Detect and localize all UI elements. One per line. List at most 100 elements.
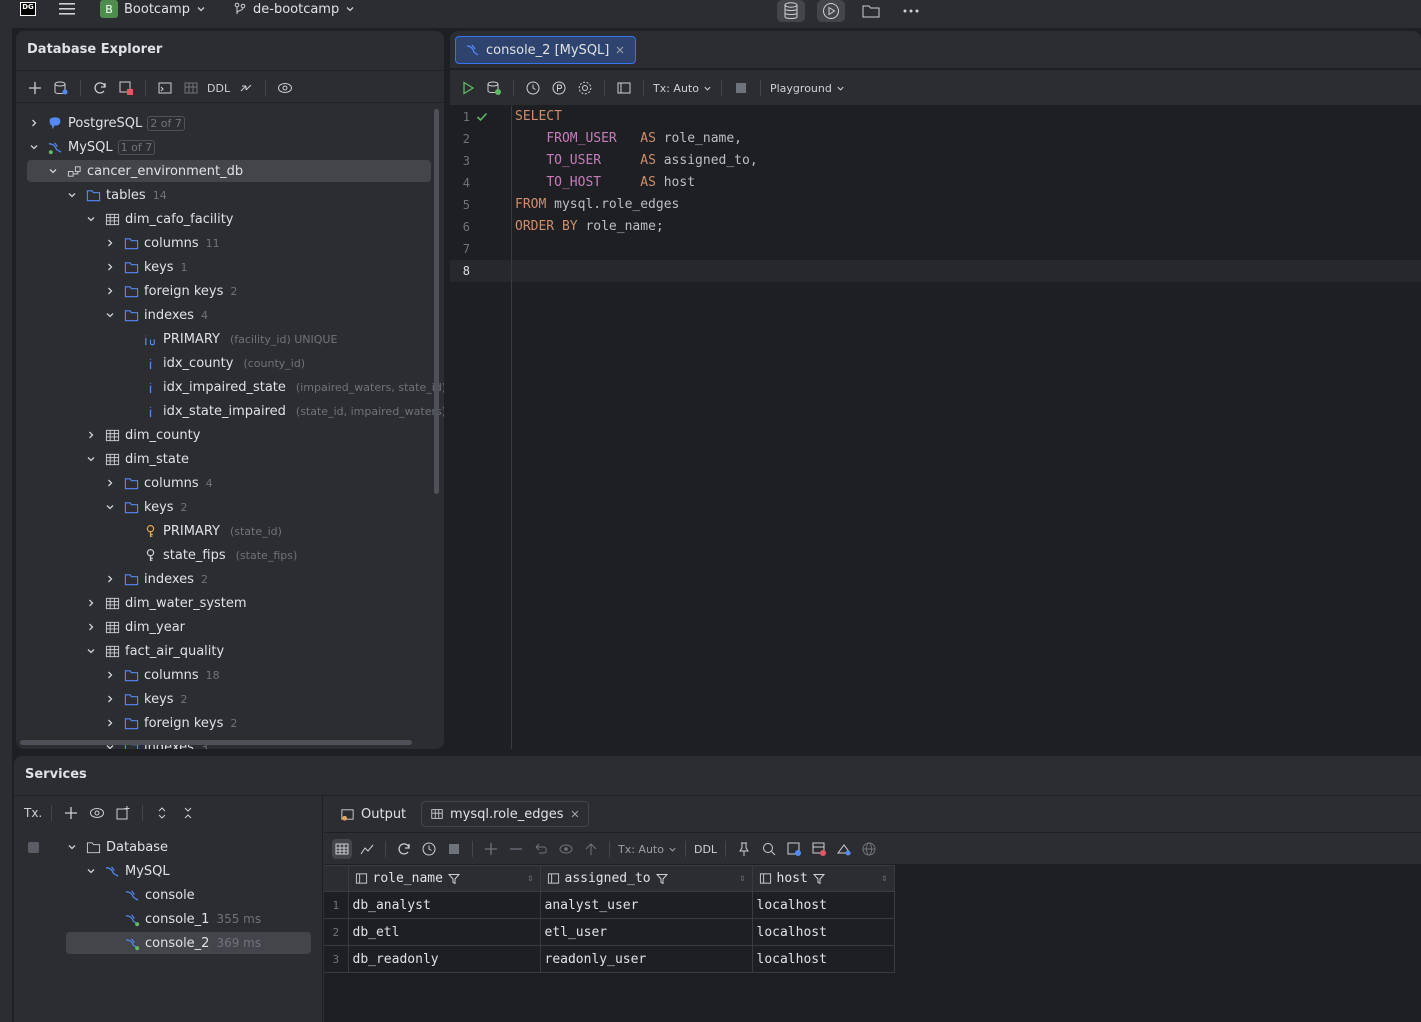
ddl-button[interactable]: DDL [694, 843, 717, 856]
playground-dropdown[interactable]: Playground [770, 82, 845, 95]
chevron-right-icon[interactable] [104, 669, 116, 681]
table-row[interactable]: 3 db_readonly readonly_user localhost [324, 945, 895, 973]
transaction-mode-dropdown[interactable]: Tx: Auto [653, 82, 712, 95]
chevron-right-icon[interactable] [85, 429, 97, 441]
tree-item-indexes[interactable]: indexes 2 [104, 568, 208, 590]
add-row-icon[interactable] [481, 839, 501, 859]
tree-item-postgresql[interactable]: PostgreSQL 2 of 7 [28, 112, 185, 134]
chevron-right-icon[interactable] [104, 717, 116, 729]
delete-row-icon[interactable] [506, 839, 526, 859]
tree-item-idx-state-impaired[interactable]: idx_state_impaired (state_id, impaired_wa… [123, 400, 444, 422]
tree-item-fact-air-quality[interactable]: fact_air_quality [85, 640, 224, 662]
chart-view-icon[interactable] [357, 839, 377, 859]
filter-icon[interactable] [655, 873, 668, 885]
tree-item-primary-index[interactable]: PRIMARY (facility_id) UNIQUE [123, 328, 337, 350]
add-icon[interactable] [61, 803, 81, 823]
results-table[interactable]: role_name ⇕ assigned_to ⇕ host ⇕ 1 db_an… [324, 865, 895, 973]
view-query-icon[interactable] [784, 839, 804, 859]
table-cell[interactable]: analyst_user [539, 891, 753, 919]
column-header-host[interactable]: host ⇕ [751, 865, 895, 892]
chevron-down-icon[interactable] [85, 453, 97, 465]
chevron-down-icon[interactable] [47, 165, 59, 177]
table-cell[interactable]: db_analyst [347, 891, 541, 919]
data-source-properties-icon[interactable] [51, 78, 71, 98]
tx-button[interactable]: Tx. [24, 806, 42, 820]
filter-icon[interactable] [812, 873, 825, 885]
stop-indicator-icon[interactable] [28, 842, 39, 853]
transaction-mode-dropdown[interactable]: Tx: Auto [618, 843, 677, 856]
tree-item-dim-water-system[interactable]: dim_water_system [85, 592, 247, 614]
chevron-down-icon[interactable] [66, 189, 78, 201]
compare-icon[interactable] [236, 78, 256, 98]
tree-item-columns[interactable]: columns 18 [104, 664, 220, 686]
sort-icon[interactable]: ⇕ [527, 873, 533, 884]
table-row[interactable]: 1 db_analyst analyst_user localhost [324, 891, 895, 919]
branch-selector[interactable]: de-bootcamp [233, 0, 355, 18]
tab-output[interactable]: Output [332, 801, 414, 827]
chevron-right-icon[interactable] [28, 117, 40, 129]
table-view-icon[interactable] [181, 78, 201, 98]
project-files-button[interactable] [857, 0, 885, 22]
table-cell[interactable]: localhost [751, 945, 895, 973]
tree-item-indexes[interactable]: indexes 4 [104, 304, 208, 326]
chevron-right-icon[interactable] [85, 597, 97, 609]
globe-icon[interactable] [859, 839, 879, 859]
explain-plan-icon[interactable] [484, 78, 504, 98]
more-options-button[interactable] [897, 0, 925, 22]
database-tool-button[interactable] [777, 0, 805, 22]
table-cell[interactable]: readonly_user [539, 945, 753, 973]
history-icon[interactable] [419, 839, 439, 859]
close-icon[interactable] [570, 809, 580, 819]
tab-mysql-role-edges[interactable]: mysql.role_edges [421, 801, 589, 827]
tree-item-dim-year[interactable]: dim_year [85, 616, 185, 638]
ddl-button[interactable]: DDL [207, 82, 230, 95]
export-data-icon[interactable] [809, 839, 829, 859]
table-row[interactable]: 2 db_etl etl_user localhost [324, 918, 895, 946]
tree-item-foreign-keys[interactable]: foreign keys 2 [104, 712, 237, 734]
tree-item-state-fips[interactable]: state_fips (state_fips) [123, 544, 297, 566]
collapse-all-icon[interactable] [178, 803, 198, 823]
chevron-down-icon[interactable] [104, 309, 116, 321]
tree-item-dim-county[interactable]: dim_county [85, 424, 200, 446]
table-cell[interactable]: localhost [751, 918, 895, 946]
tree-item-dim-cafo-facility[interactable]: dim_cafo_facility [85, 208, 234, 230]
add-icon[interactable] [25, 78, 45, 98]
refresh-icon[interactable] [90, 78, 110, 98]
tree-item-columns[interactable]: columns 11 [104, 232, 220, 254]
services-tree-console-2[interactable]: console_2 369 ms [66, 932, 311, 954]
layout-icon[interactable] [614, 78, 634, 98]
tree-item-keys[interactable]: keys 2 [104, 496, 188, 518]
tree-item-keys[interactable]: keys 2 [104, 688, 188, 710]
services-tree-mysql[interactable]: MySQL [85, 860, 170, 882]
main-menu-icon[interactable] [58, 0, 76, 18]
services-tree-database[interactable]: Database [66, 836, 168, 858]
settings-icon[interactable] [575, 78, 595, 98]
preview-changes-icon[interactable] [556, 839, 576, 859]
column-header-assigned-to[interactable]: assigned_to ⇕ [539, 865, 753, 892]
stop-icon[interactable] [444, 839, 464, 859]
tree-item-cancer-environment-db[interactable]: cancer_environment_db [27, 160, 431, 182]
services-tree-console-1[interactable]: console_1 355 ms [124, 908, 261, 930]
execute-icon[interactable] [458, 78, 478, 98]
tree-item-keys[interactable]: keys 1 [104, 256, 188, 278]
history-icon[interactable] [523, 78, 543, 98]
chevron-down-icon[interactable] [104, 501, 116, 513]
submit-icon[interactable] [581, 839, 601, 859]
parameters-icon[interactable] [549, 78, 569, 98]
table-cell[interactable]: db_etl [347, 918, 541, 946]
tree-item-columns[interactable]: columns 4 [104, 472, 213, 494]
tree-item-primary-key[interactable]: PRIMARY (state_id) [123, 520, 282, 542]
chevron-down-icon[interactable] [66, 841, 78, 853]
chevron-right-icon[interactable] [85, 621, 97, 633]
services-tool-button[interactable] [817, 0, 845, 22]
chevron-right-icon[interactable] [104, 477, 116, 489]
filter-icon[interactable] [447, 873, 460, 885]
column-header-role-name[interactable]: role_name ⇕ [347, 865, 541, 892]
horizontal-scrollbar[interactable] [20, 740, 412, 745]
chevron-right-icon[interactable] [104, 261, 116, 273]
tree-item-tables[interactable]: tables 14 [66, 184, 167, 206]
tree-item-foreign-keys[interactable]: foreign keys 2 [104, 280, 237, 302]
chevron-right-icon[interactable] [104, 237, 116, 249]
new-tab-icon[interactable] [113, 803, 133, 823]
grid-view-icon[interactable] [332, 839, 352, 859]
